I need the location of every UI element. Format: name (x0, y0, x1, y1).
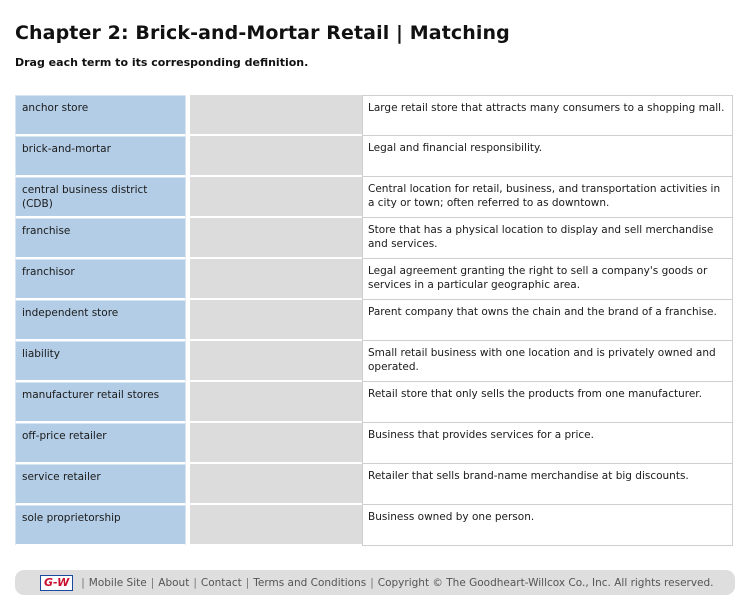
term-tile[interactable]: franchisor (15, 259, 186, 300)
match-row: off-price retailer Business that provide… (15, 423, 733, 464)
drop-zone[interactable] (190, 177, 362, 218)
separator: | (245, 576, 250, 589)
instructions: Drag each term to its corresponding defi… (15, 56, 309, 69)
terms-link[interactable]: Terms and Conditions (253, 577, 366, 589)
match-row: anchor store Large retail store that att… (15, 95, 733, 136)
match-row: sole proprietorship Business owned by on… (15, 505, 733, 546)
term-tile[interactable]: central business district (CDB) (15, 177, 186, 218)
gw-logo[interactable]: G-W (40, 574, 74, 591)
drop-zone[interactable] (190, 136, 362, 177)
match-row: franchisor Legal agreement granting the … (15, 259, 733, 300)
match-row: franchise Store that has a physical loca… (15, 218, 733, 259)
separator: | (193, 576, 197, 589)
drop-zone[interactable] (190, 505, 362, 546)
match-row: independent store Parent company that ow… (15, 300, 733, 341)
term-tile[interactable]: service retailer (15, 464, 186, 505)
term-tile[interactable]: brick-and-mortar (15, 136, 186, 177)
footer-bar: G-W | Mobile Site | About | Contact | Te… (15, 570, 735, 595)
term-tile[interactable]: liability (15, 341, 186, 382)
match-row: central business district (CDB) Central … (15, 177, 733, 218)
definition-text: Retail store that only sells the product… (362, 382, 733, 423)
drop-zone[interactable] (190, 218, 362, 259)
drop-zone[interactable] (190, 341, 362, 382)
separator: | (150, 576, 155, 589)
drop-zone[interactable] (190, 300, 362, 341)
definition-text: Legal and financial responsibility. (362, 136, 733, 177)
drop-zone[interactable] (190, 382, 362, 423)
drop-zone[interactable] (190, 95, 362, 136)
definition-text: Legal agreement granting the right to se… (362, 259, 733, 300)
mobile-site-link[interactable]: Mobile Site (89, 577, 147, 589)
definition-text: Small retail business with one location … (362, 341, 733, 382)
term-tile[interactable]: manufacturer retail stores (15, 382, 186, 423)
definition-text: Retailer that sells brand-name merchandi… (362, 464, 733, 505)
page-title: Chapter 2: Brick-and-Mortar Retail | Mat… (15, 22, 510, 44)
drop-zone[interactable] (190, 259, 362, 300)
term-tile[interactable]: off-price retailer (15, 423, 186, 464)
definition-text: Store that has a physical location to di… (362, 218, 733, 259)
separator: | (370, 576, 374, 589)
about-link[interactable]: About (158, 577, 189, 589)
term-tile[interactable]: sole proprietorship (15, 505, 186, 546)
term-tile[interactable]: independent store (15, 300, 186, 341)
match-row: brick-and-mortar Legal and financial res… (15, 136, 733, 177)
match-row: service retailer Retailer that sells bra… (15, 464, 733, 505)
match-row: liability Small retail business with one… (15, 341, 733, 382)
definition-text: Business owned by one person. (362, 505, 733, 546)
matching-grid: anchor store Large retail store that att… (15, 95, 733, 546)
drop-zone[interactable] (190, 423, 362, 464)
copyright-text: Copyright © The Goodheart-Willcox Co., I… (377, 576, 714, 589)
term-tile[interactable]: anchor store (15, 95, 186, 136)
drop-zone[interactable] (190, 464, 362, 505)
contact-link[interactable]: Contact (201, 577, 242, 589)
definition-text: Large retail store that attracts many co… (362, 95, 733, 136)
definition-text: Central location for retail, business, a… (362, 177, 733, 218)
separator: | (81, 576, 85, 589)
term-tile[interactable]: franchise (15, 218, 186, 259)
definition-text: Business that provides services for a pr… (362, 423, 733, 464)
definition-text: Parent company that owns the chain and t… (362, 300, 733, 341)
match-row: manufacturer retail stores Retail store … (15, 382, 733, 423)
